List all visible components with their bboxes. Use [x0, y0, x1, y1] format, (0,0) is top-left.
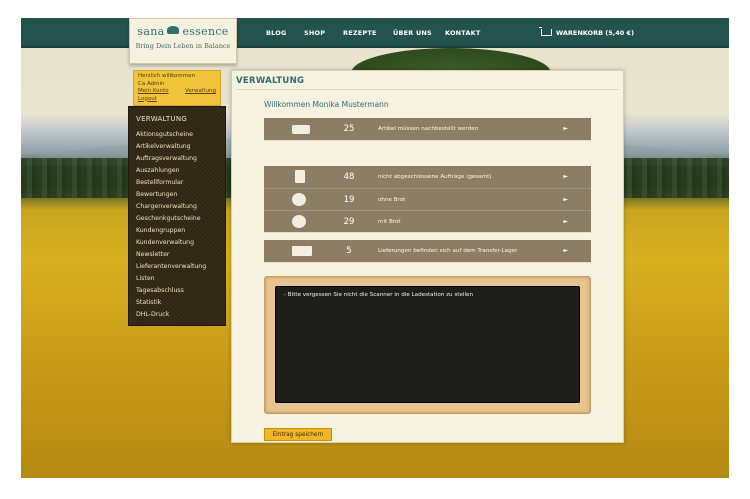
- arrow-right-icon: ►: [563, 196, 568, 203]
- welcome-links: Mein Konto Verwaltung: [138, 88, 216, 96]
- logout-link[interactable]: Logout: [138, 96, 157, 102]
- stat-count: 19: [343, 195, 355, 205]
- stat-text: nicht abgeschlossene Aufträge (gesamt): [378, 174, 492, 180]
- welcome-user: Ca Admin: [138, 80, 165, 87]
- stat-text: Artikel müssen nachbestellt werden: [378, 126, 479, 132]
- sidebar-item-lieferantenverwaltung[interactable]: Lieferantenverwaltung: [129, 261, 225, 273]
- nav-rezepte[interactable]: REZEPTE: [343, 18, 377, 48]
- no-bread-icon: [292, 193, 306, 206]
- sidebar-item-dhl-druck[interactable]: DHL-Druck: [129, 309, 225, 321]
- sidebar-heading: VERWALTUNG: [136, 115, 188, 123]
- sidebar-item-bestellformular[interactable]: Bestellformular: [129, 177, 225, 189]
- stat-row-with-bread[interactable]: 29 mit Brot ►: [264, 210, 591, 232]
- sidebar-item-auszahlungen[interactable]: Auszahlungen: [129, 165, 225, 177]
- forklift-icon: [292, 246, 312, 256]
- stat-text: Lieferungen befinden sich auf dem Transf…: [378, 248, 518, 254]
- welcome-box: Herzlich willkommen Ca Admin Mein Konto …: [133, 70, 221, 106]
- logo-name-right: essence: [182, 25, 229, 38]
- stat-count: 29: [343, 217, 355, 227]
- sidebar-item-statistik[interactable]: Statistik: [129, 297, 225, 309]
- admin-sidebar: VERWALTUNG Aktionsgutscheine Artikelverw…: [128, 106, 226, 326]
- stat-row-open-orders[interactable]: 48 nicht abgeschlossene Aufträge (gesamt…: [264, 166, 591, 188]
- logo-name-left: sana: [137, 25, 165, 38]
- sidebar-item-auftragsverwaltung[interactable]: Auftragsverwaltung: [129, 153, 225, 165]
- sidebar-item-newsletter[interactable]: Newsletter: [129, 249, 225, 261]
- nav-ueber-uns[interactable]: ÜBER UNS: [393, 18, 432, 48]
- sidebar-item-artikelverwaltung[interactable]: Artikelverwaltung: [129, 141, 225, 153]
- nav-kontakt[interactable]: KONTAKT: [445, 18, 481, 48]
- arrow-right-icon: ►: [563, 173, 568, 180]
- stat-count: 48: [343, 172, 355, 182]
- stat-text: mit Brot: [378, 219, 401, 225]
- sidebar-item-aktionsgutscheine[interactable]: Aktionsgutscheine: [129, 129, 225, 141]
- page-frame: BLOG SHOP REZEPTE ÜBER UNS KONTAKT WAREN…: [21, 18, 729, 478]
- stat-row-transfer[interactable]: 5 Lieferungen befinden sich auf dem Tran…: [264, 240, 591, 262]
- bread-icon: [292, 215, 306, 228]
- arrow-right-icon: ►: [563, 218, 568, 225]
- sidebar-item-bewertungen[interactable]: Bewertungen: [129, 189, 225, 201]
- orders-strip: 48 nicht abgeschlossene Aufträge (gesamt…: [264, 166, 591, 233]
- main-panel: VERWALTUNG Willkommen Monika Mustermann …: [231, 70, 624, 443]
- shopping-cart-icon: [539, 27, 552, 36]
- welcome-greeting: Herzlich willkommen: [138, 73, 196, 79]
- arrow-right-icon: ►: [563, 125, 568, 132]
- stat-text: ohne Brot: [378, 197, 406, 203]
- stat-row-reorder[interactable]: 25 Artikel müssen nachbestellt werden ►: [264, 118, 591, 140]
- logo-wordmark: sana essence: [130, 25, 236, 38]
- tree-icon: [167, 26, 180, 34]
- sidebar-item-kundenverwaltung[interactable]: Kundenverwaltung: [129, 237, 225, 249]
- cart-link[interactable]: WARENKORB (5,40 €): [539, 18, 635, 48]
- logo-tagline: Bring Dein Leben in Balance: [135, 42, 231, 50]
- user-greeting: Willkommen Monika Mustermann: [264, 100, 389, 109]
- nav-blog[interactable]: BLOG: [266, 18, 287, 48]
- document-icon: [295, 170, 305, 183]
- site-logo[interactable]: sana essence Bring Dein Leben in Balance: [129, 18, 237, 64]
- sidebar-item-kundengruppen[interactable]: Kundengruppen: [129, 225, 225, 237]
- sidebar-item-geschenkgutscheine[interactable]: Geschenkgutscheine: [129, 213, 225, 225]
- sidebar-item-tagesabschluss[interactable]: Tagesabschluss: [129, 285, 225, 297]
- chalkboard-frame: - Bitte vergessen Sie nicht die Scanner …: [264, 276, 591, 414]
- nav-shop[interactable]: SHOP: [304, 18, 325, 48]
- sidebar-item-listen[interactable]: Listen: [129, 273, 225, 285]
- cart-label: WARENKORB (5,40 €): [556, 29, 635, 37]
- reorder-strip: 25 Artikel müssen nachbestellt werden ►: [264, 118, 591, 141]
- transfer-strip: 5 Lieferungen befinden sich auf dem Tran…: [264, 240, 591, 263]
- arrow-right-icon: ►: [563, 247, 568, 254]
- sidebar-item-chargenverwaltung[interactable]: Chargenverwaltung: [129, 201, 225, 213]
- admin-link[interactable]: Verwaltung: [185, 88, 216, 96]
- note-board[interactable]: - Bitte vergessen Sie nicht die Scanner …: [275, 286, 580, 403]
- note-text: - Bitte vergessen Sie nicht die Scanner …: [284, 292, 474, 298]
- save-entry-button[interactable]: Eintrag speichern: [264, 428, 332, 441]
- top-navigation-bar: BLOG SHOP REZEPTE ÜBER UNS KONTAKT WAREN…: [21, 18, 729, 48]
- stat-count: 25: [343, 124, 355, 134]
- page-title: VERWALTUNG: [236, 76, 619, 90]
- truck-icon: [292, 125, 310, 134]
- stat-count: 5: [346, 246, 352, 256]
- my-account-link[interactable]: Mein Konto: [138, 88, 169, 96]
- stat-row-without-bread[interactable]: 19 ohne Brot ►: [264, 188, 591, 210]
